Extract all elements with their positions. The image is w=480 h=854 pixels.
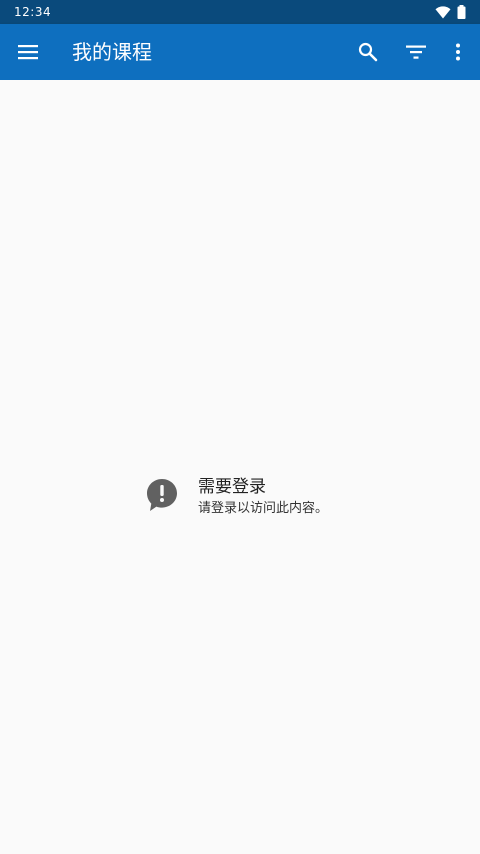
app-bar: 我的课程 [0, 24, 480, 80]
status-bar: 12:34 [0, 0, 480, 24]
login-required-message: 需要登录 请登录以访问此内容。 [146, 476, 366, 524]
status-icons [435, 5, 466, 19]
wifi-icon [435, 5, 451, 18]
menu-icon [18, 45, 38, 60]
menu-button[interactable] [4, 24, 52, 80]
main-content: 需要登录 请登录以访问此内容。 [0, 80, 480, 854]
filter-button[interactable] [392, 24, 440, 80]
battery-icon [457, 5, 466, 19]
filter-icon [406, 45, 426, 59]
empty-state-title: 需要登录 [198, 477, 266, 497]
more-options-button[interactable] [434, 24, 480, 80]
alert-speech-bubble-icon [147, 479, 177, 511]
search-button[interactable] [344, 24, 392, 80]
empty-state-message: 请登录以访问此内容。 [198, 501, 329, 516]
search-icon [358, 42, 378, 62]
page-title: 我的课程 [72, 40, 152, 64]
status-time: 12:34 [14, 5, 52, 19]
more-vert-icon [456, 43, 460, 61]
